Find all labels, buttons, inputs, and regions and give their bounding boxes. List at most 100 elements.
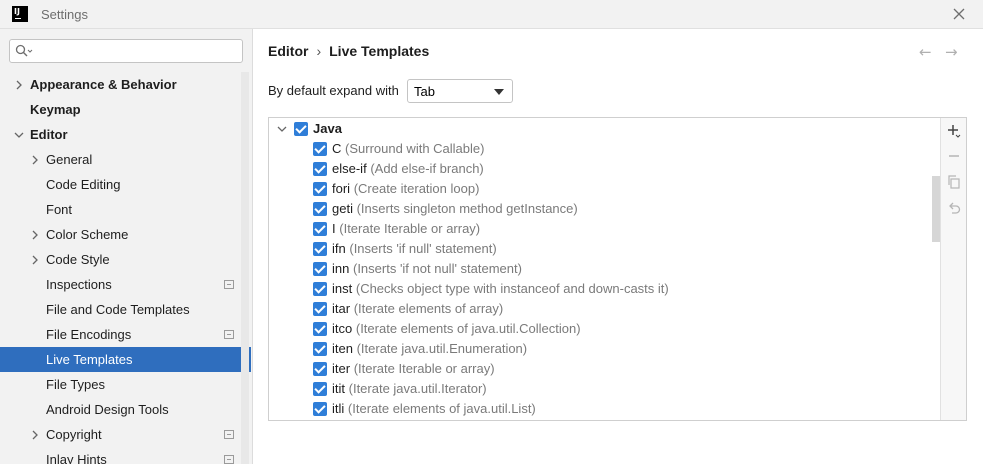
- search-box[interactable]: [9, 39, 243, 63]
- chevron-right-icon[interactable]: [30, 430, 40, 440]
- template-row[interactable]: I (Iterate Iterable or array): [269, 219, 942, 239]
- add-icon[interactable]: [947, 124, 961, 138]
- template-row[interactable]: inn (Inserts 'if not null' statement): [269, 259, 942, 279]
- template-checkbox[interactable]: [313, 382, 327, 396]
- scrollbar-thumb[interactable]: [932, 176, 940, 242]
- search-icon: [15, 44, 33, 57]
- template-checkbox[interactable]: [313, 282, 327, 296]
- sidebar-item[interactable]: File Encodings: [0, 322, 251, 347]
- template-description: (Checks object type with instanceof and …: [355, 281, 669, 296]
- sidebar-item[interactable]: File and Code Templates: [0, 297, 251, 322]
- sidebar-item[interactable]: Code Editing: [0, 172, 251, 197]
- sidebar-item[interactable]: Editor: [0, 122, 251, 147]
- group-name: Java: [313, 121, 342, 136]
- template-row[interactable]: C (Surround with Callable): [269, 139, 942, 159]
- chevron-right-icon[interactable]: [30, 155, 40, 165]
- settings-tree: Appearance & Behavior Keymap Editor General…: [0, 72, 251, 464]
- group-checkbox[interactable]: [294, 122, 308, 136]
- template-row[interactable]: itco (Iterate elements of java.util.Coll…: [269, 319, 942, 339]
- restore-icon[interactable]: [947, 201, 961, 215]
- template-row[interactable]: itar (Iterate elements of array): [269, 299, 942, 319]
- sidebar-item-label: Code Style: [46, 252, 110, 267]
- chevron-down-icon[interactable]: [277, 124, 287, 134]
- breadcrumb-current: Live Templates: [329, 43, 430, 59]
- forward-arrow-icon[interactable]: →: [945, 43, 958, 61]
- breadcrumb: Editor › Live Templates: [268, 43, 429, 59]
- close-icon[interactable]: [951, 6, 967, 22]
- sidebar-scrollbar[interactable]: [241, 72, 249, 464]
- app-logo-icon: IJ: [12, 6, 28, 22]
- remove-icon[interactable]: [947, 149, 961, 163]
- expand-with-value: Tab: [414, 84, 435, 99]
- chevron-right-icon[interactable]: [30, 255, 40, 265]
- search-input[interactable]: [36, 43, 236, 59]
- template-group-row[interactable]: Java: [269, 119, 942, 139]
- template-abbreviation: C: [332, 141, 342, 156]
- template-row[interactable]: itit (Iterate java.util.Iterator): [269, 379, 942, 399]
- expand-with-select[interactable]: Tab: [407, 79, 513, 103]
- sidebar-item[interactable]: Live Templates: [0, 347, 251, 372]
- template-checkbox[interactable]: [313, 162, 327, 176]
- template-row[interactable]: fori (Create iteration loop): [269, 179, 942, 199]
- sidebar-item[interactable]: Keymap: [0, 97, 251, 122]
- sidebar-item[interactable]: File Types: [0, 372, 251, 397]
- template-row[interactable]: geti (Inserts singleton method getInstan…: [269, 199, 942, 219]
- sidebar-item[interactable]: Inspections: [0, 272, 251, 297]
- template-checkbox[interactable]: [313, 222, 327, 236]
- template-description: (Iterate java.util.Enumeration): [356, 341, 528, 356]
- template-row[interactable]: iter (Iterate Iterable or array): [269, 359, 942, 379]
- template-checkbox[interactable]: [313, 242, 327, 256]
- template-row[interactable]: itli (Iterate elements of java.util.List…: [269, 399, 942, 419]
- template-text: C (Surround with Callable): [332, 139, 484, 159]
- template-checkbox[interactable]: [313, 202, 327, 216]
- template-row[interactable]: iten (Iterate java.util.Enumeration): [269, 339, 942, 359]
- template-checkbox[interactable]: [313, 322, 327, 336]
- sidebar-item-label: Font: [46, 202, 73, 217]
- template-abbreviation: itit: [332, 381, 345, 396]
- template-abbreviation: itco: [332, 321, 353, 336]
- templates-tree: Java C (Surround with Callable) else-if (A…: [269, 118, 942, 420]
- template-description: (Iterate elements of java.util.List): [347, 401, 536, 416]
- sidebar-item[interactable]: Inlay Hints: [0, 447, 251, 464]
- template-checkbox[interactable]: [313, 142, 327, 156]
- chevron-down-icon[interactable]: [14, 130, 24, 140]
- template-row[interactable]: inst (Checks object type with instanceof…: [269, 279, 942, 299]
- copy-icon[interactable]: [947, 175, 961, 189]
- template-checkbox[interactable]: [313, 342, 327, 356]
- template-text: fori (Create iteration loop): [332, 179, 479, 199]
- sidebar-item[interactable]: General: [0, 147, 251, 172]
- sidebar-item[interactable]: Android Design Tools: [0, 397, 251, 422]
- breadcrumb-parent[interactable]: Editor: [268, 43, 308, 59]
- template-row[interactable]: ifn (Inserts 'if null' statement): [269, 239, 942, 259]
- template-abbreviation: I: [332, 221, 336, 236]
- sidebar-item-label: Copyright: [46, 427, 102, 442]
- template-checkbox[interactable]: [313, 362, 327, 376]
- sidebar-item[interactable]: Copyright: [0, 422, 251, 447]
- sidebar-item[interactable]: Font: [0, 197, 251, 222]
- template-description: (Inserts 'if not null' statement): [352, 261, 522, 276]
- template-checkbox[interactable]: [313, 402, 327, 416]
- template-checkbox[interactable]: [313, 302, 327, 316]
- template-row[interactable]: else-if (Add else-if branch): [269, 159, 942, 179]
- template-text: itco (Iterate elements of java.util.Coll…: [332, 319, 581, 339]
- sidebar-item[interactable]: Code Style: [0, 247, 251, 272]
- template-text: itit (Iterate java.util.Iterator): [332, 379, 487, 399]
- sidebar-item-label: Android Design Tools: [46, 402, 169, 417]
- template-abbreviation: geti: [332, 201, 353, 216]
- template-checkbox[interactable]: [313, 182, 327, 196]
- template-description: (Iterate elements of array): [353, 301, 504, 316]
- sidebar-item-label: General: [46, 152, 93, 167]
- template-checkbox[interactable]: [313, 262, 327, 276]
- sidebar-item[interactable]: Color Scheme: [0, 222, 251, 247]
- templates-toolbar: [940, 118, 966, 420]
- sidebar-item-label: Inspections: [46, 277, 112, 292]
- chevron-right-icon[interactable]: [14, 80, 24, 90]
- navigation-arrows: ← →: [919, 43, 965, 61]
- dropdown-caret-icon: [494, 89, 504, 95]
- template-text: ifn (Inserts 'if null' statement): [332, 239, 497, 259]
- chevron-right-icon[interactable]: [30, 230, 40, 240]
- sidebar-item[interactable]: Appearance & Behavior: [0, 72, 251, 97]
- sidebar-item-label: File Types: [46, 377, 106, 392]
- template-text: I (Iterate Iterable or array): [332, 219, 480, 239]
- back-arrow-icon[interactable]: ←: [919, 43, 932, 61]
